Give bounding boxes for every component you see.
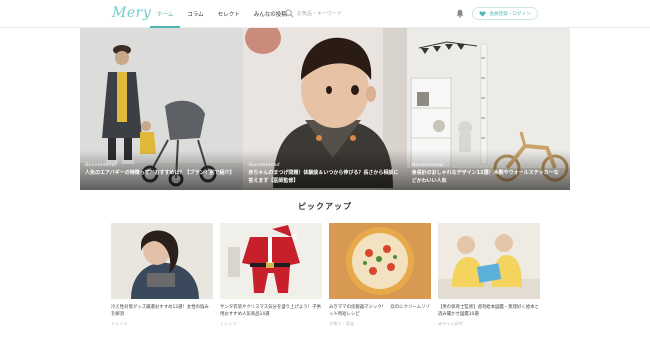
section-title-pickup: ピックアップ [298, 202, 352, 211]
nav-item-select[interactable]: セレクト [211, 0, 247, 28]
card-thumbnail[interactable] [438, 223, 540, 299]
card-tag[interactable]: 子育て・家族 [329, 321, 431, 327]
hero-caption[interactable]: 赤ちゃんのまつげ問題！体験談＆いつから伸びる？長さから相談に答えます【医師監修】 [248, 169, 398, 185]
card-title[interactable]: 冷え性対策グッズ厳選おすすめ12選！女性の悩みを解消 [111, 304, 213, 318]
card-image-risotto [329, 223, 431, 299]
pickup-card-list: 冷え性対策グッズ厳選おすすめ12選！女性の悩みを解消 トレンド サンタ衣装やクリ… [111, 223, 540, 327]
card-title[interactable]: サンタ衣装やクリスマス気分を盛り上げよう！子供用おすすめ人気商品14選 [220, 304, 322, 318]
hero-panel-eyelashes[interactable]: Recommend 赤ちゃんのまつげ問題！体験談＆いつから伸びる？長さから相談に… [243, 28, 407, 190]
site-header: Mery ホーム コラム セレクト みんなの投稿 会員登録・ログイン [0, 0, 650, 28]
hero-panel-airbuggy[interactable]: Recommend 人気のエアバギーの特徴って？おすすめは？【ブランド別で紹介】 [80, 28, 244, 190]
card-thumbnail[interactable] [329, 223, 431, 299]
search-icon[interactable] [285, 9, 294, 18]
hero-badge: Recommend [411, 162, 444, 168]
card-tag[interactable]: トレンド [111, 321, 213, 327]
page: Mery ホーム コラム セレクト みんなの投稿 会員登録・ログイン [0, 0, 650, 346]
search-input[interactable] [297, 9, 427, 19]
hero-badge: Recommend [248, 162, 280, 168]
site-logo[interactable]: Mery [112, 5, 151, 21]
hero-panel-height-chart[interactable]: Recommend 身長計のおしゃれなデザイン12選！木製やウォールステッカーな… [406, 28, 570, 190]
card-title[interactable]: みきママの炊飯器マジック！ 炊のにクリームリゾット時短レシピ [329, 304, 431, 318]
search-box[interactable] [285, 9, 435, 19]
main-nav: ホーム コラム セレクト みんなの投稿 [150, 0, 294, 28]
card-image-kids-reading [438, 223, 540, 299]
hero-badge: Recommend [85, 162, 117, 168]
hero-banner: Recommend 人気のエアバギーの特徴って？おすすめは？【ブランド別で紹介】… [80, 28, 570, 190]
nav-item-column[interactable]: コラム [180, 0, 210, 28]
card-image-santa-outfit [220, 223, 322, 299]
card-image-woman [111, 223, 213, 299]
card-thumbnail[interactable] [111, 223, 213, 299]
pickup-card[interactable]: みきママの炊飯器マジック！ 炊のにクリームリゾット時短レシピ 子育て・家族 [329, 223, 431, 327]
card-thumbnail[interactable] [220, 223, 322, 299]
bell-icon[interactable] [456, 9, 464, 18]
login-label: 会員登録・ログイン [489, 11, 531, 17]
pickup-card[interactable]: 【男の保育士監修】週刊絵本図鑑・無理好く絵本と読み聞かせ図鑑10選 赤ちゃん研究 [438, 223, 540, 327]
card-title[interactable]: 【男の保育士監修】週刊絵本図鑑・無理好く絵本と読み聞かせ図鑑10選 [438, 304, 540, 318]
hero-caption[interactable]: 人気のエアバギーの特徴って？おすすめは？【ブランド別で紹介】 [85, 169, 235, 177]
nav-item-home[interactable]: ホーム [150, 0, 181, 28]
heart-icon [479, 10, 486, 17]
pickup-card[interactable]: サンタ衣装やクリスマス気分を盛り上げよう！子供用おすすめ人気商品14選 トレンド [220, 223, 322, 327]
card-tag[interactable]: トレンド [220, 321, 322, 327]
hero-caption[interactable]: 身長計のおしゃれなデザイン12選！木製やウォールステッカーなどかわいい人気 [412, 169, 562, 185]
login-button[interactable]: 会員登録・ログイン [472, 7, 538, 20]
card-tag[interactable]: 赤ちゃん研究 [438, 321, 540, 327]
pickup-card[interactable]: 冷え性対策グッズ厳選おすすめ12選！女性の悩みを解消 トレンド [111, 223, 213, 327]
